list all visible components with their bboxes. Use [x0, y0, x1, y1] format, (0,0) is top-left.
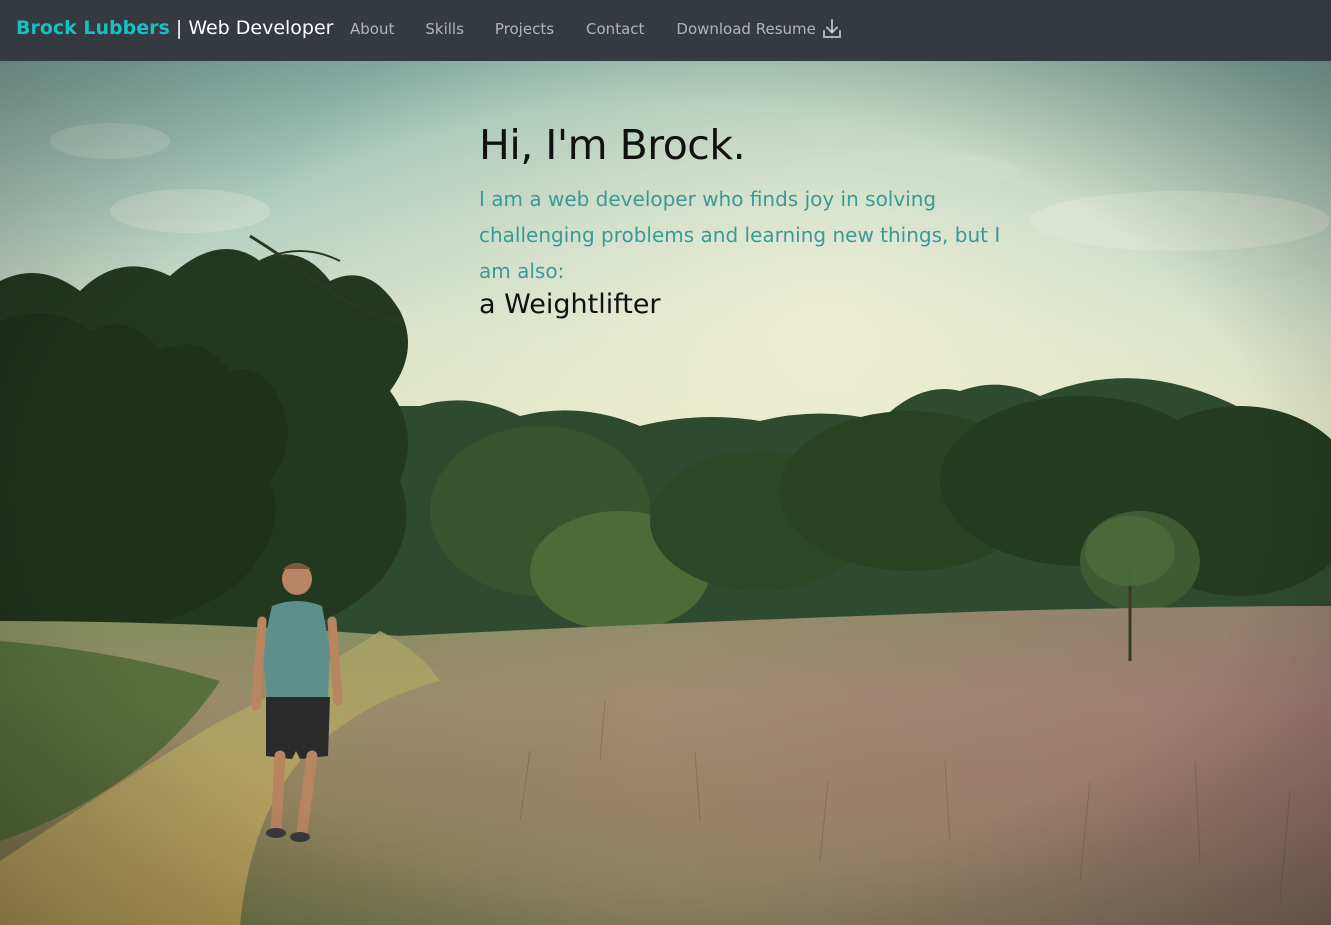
hero-description: I am a web developer who finds joy in so…	[479, 187, 1001, 283]
brand-name: Brock Lubbers	[16, 17, 170, 39]
nav-link-contact[interactable]: Contact	[586, 20, 644, 40]
hero-text-block: Hi, I'm Brock. I am a web developer who …	[479, 116, 1019, 323]
hero-title: Hi, I'm Brock.	[479, 121, 746, 169]
hero-rotating-role: a Weightlifter	[479, 289, 661, 320]
brand-role: Web Developer	[188, 17, 334, 39]
download-resume-link[interactable]: Download Resume	[676, 18, 842, 40]
brand-logo[interactable]: Brock Lubbers | Web Developer	[16, 17, 334, 39]
nav-link-projects[interactable]: Projects	[495, 20, 554, 40]
brand-separator: |	[169, 17, 189, 39]
download-icon	[822, 18, 842, 40]
top-navbar: Brock Lubbers | Web Developer About Skil…	[0, 0, 1331, 61]
nav-links: About Skills Projects Contact Download R…	[350, 18, 842, 40]
hero-section: Hi, I'm Brock. I am a web developer who …	[0, 61, 1331, 925]
nav-link-about[interactable]: About	[350, 20, 394, 40]
download-resume-label: Download Resume	[676, 20, 816, 38]
nav-link-skills[interactable]: Skills	[425, 20, 464, 40]
